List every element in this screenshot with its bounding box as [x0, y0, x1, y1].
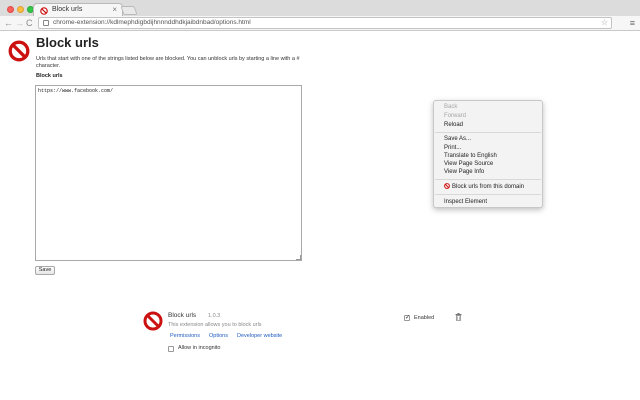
menu-item-view-source[interactable]: View Page Source	[434, 160, 542, 168]
window-minimize-button[interactable]	[17, 6, 24, 13]
menu-item-block-domain[interactable]: Block urls from this domain	[434, 183, 542, 191]
reload-icon[interactable]: C	[26, 17, 33, 29]
menu-item-inspect[interactable]: Inspect Element	[434, 198, 542, 206]
trash-icon[interactable]	[455, 313, 462, 321]
menu-separator	[435, 179, 541, 180]
developer-website-link[interactable]: Developer website	[237, 333, 282, 339]
context-menu: Back Forward Reload Save As... Print... …	[433, 100, 543, 208]
menu-item-print[interactable]: Print...	[434, 144, 542, 152]
block-icon	[143, 311, 163, 331]
menu-item-back[interactable]: Back	[434, 103, 542, 111]
block-icon	[40, 7, 48, 15]
url-list-value: https://www.facebook.com/	[38, 88, 114, 94]
tab-strip: Block urls ×	[0, 0, 640, 17]
incognito-label: Allow in incognito	[178, 345, 221, 351]
block-icon	[8, 40, 30, 62]
options-link[interactable]: Options	[209, 333, 228, 339]
page-title: Block urls	[36, 35, 99, 50]
menu-item-view-info[interactable]: View Page Info	[434, 168, 542, 176]
enabled-checkbox[interactable]: ✓	[404, 315, 410, 321]
extension-description: This extension allows you to block urls	[168, 322, 262, 328]
toolbar: ← → C chrome-extension://kdlmephdigbdijh…	[0, 16, 640, 31]
new-tab-button[interactable]	[120, 6, 138, 15]
menu-item-reload[interactable]: Reload	[434, 121, 542, 129]
menu-item-forward[interactable]: Forward	[434, 112, 542, 120]
page-icon	[43, 20, 49, 26]
tab-title: Block urls	[52, 6, 83, 13]
address-bar[interactable]: chrome-extension://kdlmephdigbdijhnnnddh…	[38, 17, 612, 29]
tab-block-urls[interactable]: Block urls ×	[33, 3, 123, 17]
menu-separator	[435, 194, 541, 195]
resize-handle[interactable]	[296, 255, 301, 260]
forward-icon[interactable]: →	[15, 17, 24, 29]
enabled-label: Enabled	[414, 315, 435, 321]
menu-icon[interactable]: ≡	[630, 18, 635, 28]
menu-item-save-as[interactable]: Save As...	[434, 135, 542, 143]
menu-separator	[435, 132, 541, 133]
address-url[interactable]: chrome-extension://kdlmephdigbdijhnnnddh…	[53, 19, 251, 26]
permissions-link[interactable]: Permissions	[170, 333, 200, 339]
menu-item-translate[interactable]: Translate to English	[434, 152, 542, 160]
url-list-textarea[interactable]: https://www.facebook.com/	[35, 85, 302, 261]
back-icon[interactable]: ←	[4, 17, 13, 29]
tab-close-icon[interactable]: ×	[112, 5, 117, 15]
page-description: Urls that start with one of the strings …	[36, 56, 300, 69]
menu-item-block-domain-label: Block urls from this domain	[452, 184, 525, 190]
incognito-checkbox[interactable]	[168, 346, 174, 352]
save-button[interactable]: Save	[35, 266, 55, 275]
extension-name: Block urls	[168, 312, 197, 319]
star-icon[interactable]: ☆	[601, 18, 608, 28]
window-close-button[interactable]	[7, 6, 14, 13]
block-icon	[444, 183, 450, 189]
url-list-label: Block urls	[36, 73, 63, 79]
extension-version: 1.0.3	[208, 313, 221, 319]
